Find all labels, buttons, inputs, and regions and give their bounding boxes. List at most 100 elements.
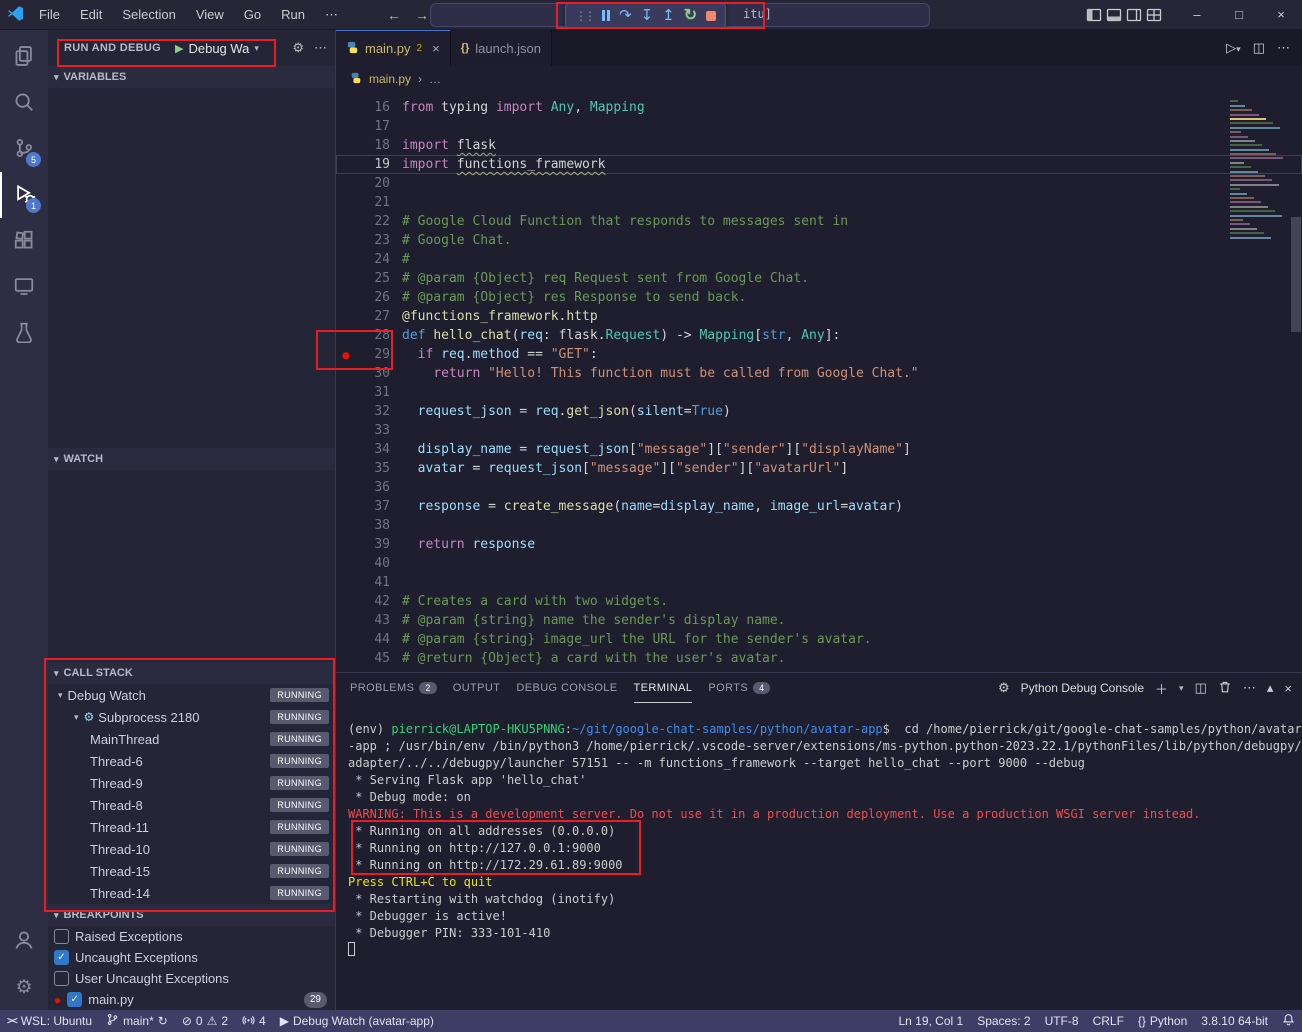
drag-handle-icon[interactable]: ⋮⋮ [575,9,593,23]
panel-tab-ports[interactable]: PORTS4 [708,673,770,703]
close-window-button[interactable]: × [1260,0,1302,30]
menu-selection[interactable]: Selection [113,4,184,26]
run-python-file-icon[interactable]: ▷▾ [1226,40,1241,56]
menu-run[interactable]: Run [272,4,314,26]
section-breakpoints[interactable]: ▾ BREAKPOINTS [48,904,335,926]
terminal-dropdown-icon[interactable]: ▾ [1179,683,1184,694]
settings-button[interactable]: ⚙ [0,964,48,1010]
terminal[interactable]: (env) pierrick@LAPTOP-HKU5PNNG:~/git/goo… [336,703,1302,1010]
breadcrumb-more[interactable]: … [429,72,441,86]
code-line[interactable]: 21 [336,193,1302,212]
nav-forward-icon[interactable]: → [415,7,429,23]
sidebar-item-source-control[interactable]: 5 [0,126,48,172]
code-line[interactable]: 45# @return {Object} a card with the use… [336,649,1302,668]
kill-terminal-icon[interactable] [1218,680,1232,697]
breakpoint-row[interactable]: Raised Exceptions [48,926,335,947]
minimap[interactable] [1226,98,1286,248]
customize-layout-icon[interactable] [1146,7,1162,23]
toggle-panel-icon[interactable] [1106,7,1122,23]
close-tab-icon[interactable]: × [432,41,440,56]
code-line[interactable]: 27@functions_framework.http [336,307,1302,326]
call-stack-row[interactable]: Thread-8RUNNING [48,794,335,816]
code-line[interactable]: 44# @param {string} image_url the URL fo… [336,630,1302,649]
sync-icon[interactable]: ↻ [158,1014,168,1028]
code-editor[interactable]: 16from typing import Any, Mapping1718imp… [336,92,1302,672]
code-line[interactable]: 24# [336,250,1302,269]
breakpoint-checkbox[interactable]: ✓ [67,992,82,1007]
panel-tab-debug-console[interactable]: DEBUG CONSOLE [516,673,617,703]
forwarded-ports[interactable]: 4 [235,1010,273,1032]
start-debug-icon[interactable]: ▶ [175,42,183,55]
code-line[interactable]: 22# Google Cloud Function that responds … [336,212,1302,231]
call-stack-row[interactable]: Thread-10RUNNING [48,838,335,860]
terminal-shell-name[interactable]: Python Debug Console [1021,681,1144,695]
code-line[interactable]: 28def hello_chat(req: flask.Request) -> … [336,326,1302,345]
breakpoint-checkbox[interactable]: ✓ [54,950,69,965]
maximize-panel-icon[interactable]: ▴ [1267,680,1274,696]
panel-tab-problems[interactable]: PROBLEMS2 [350,673,437,703]
terminal-gear-icon[interactable]: ⚙ [998,680,1010,696]
tab-main-py[interactable]: main.py 2 × [336,30,451,66]
breakpoint-checkbox[interactable] [54,971,69,986]
indentation[interactable]: Spaces: 2 [970,1010,1037,1032]
breakpoint-row[interactable]: User Uncaught Exceptions [48,968,335,989]
pause-button[interactable] [602,10,610,21]
restart-button[interactable]: ↻ [684,8,697,24]
call-stack-row[interactable]: Thread-11RUNNING [48,816,335,838]
debug-session-indicator[interactable]: ▶ Debug Watch (avatar-app) [273,1010,441,1032]
code-line[interactable]: 16from typing import Any, Mapping [336,98,1302,117]
call-stack-row[interactable]: ▾⚙Subprocess 2180RUNNING [48,706,335,728]
editor-scrollbar[interactable] [1291,217,1301,332]
language-mode[interactable]: {} Python [1131,1010,1194,1032]
close-panel-icon[interactable]: × [1284,681,1292,696]
code-line[interactable]: 39 return response [336,535,1302,554]
sidebar-item-extensions[interactable] [0,218,48,264]
maximize-button[interactable]: □ [1218,0,1260,30]
code-line[interactable]: 33 [336,421,1302,440]
panel-tab-output[interactable]: OUTPUT [453,673,501,703]
panel-more-icon[interactable]: ⋯ [1243,680,1256,696]
call-stack-row[interactable]: Thread-15RUNNING [48,860,335,882]
menu-view[interactable]: View [187,4,233,26]
new-terminal-icon[interactable]: ＋ [1155,679,1168,698]
code-line[interactable]: 32 request_json = req.get_json(silent=Tr… [336,402,1302,421]
code-line[interactable]: 26# @param {Object} res Response to send… [336,288,1302,307]
step-out-button[interactable]: ↥ [662,8,675,23]
section-watch[interactable]: ▾ WATCH [48,448,335,470]
stop-button[interactable] [706,11,716,21]
code-line[interactable]: 40 [336,554,1302,573]
breakpoint-dot[interactable]: ● [336,348,356,362]
nav-back-icon[interactable]: ← [387,7,401,23]
code-line[interactable]: 23# Google Chat. [336,231,1302,250]
menu-file[interactable]: File [30,4,69,26]
sidebar-item-explorer[interactable] [0,34,48,80]
toggle-secondary-sidebar-icon[interactable] [1126,7,1142,23]
code-line[interactable]: 41 [336,573,1302,592]
encoding[interactable]: UTF-8 [1038,1010,1086,1032]
git-branch[interactable]: main* ↻ [99,1010,175,1032]
panel-tab-terminal[interactable]: TERMINAL [634,673,693,703]
code-line[interactable]: 31 [336,383,1302,402]
call-stack-row[interactable]: Thread-6RUNNING [48,750,335,772]
section-call-stack[interactable]: ▾ CALL STACK [48,662,335,684]
breakpoint-row[interactable]: ●✓main.py29 [48,989,335,1010]
remote-indicator[interactable]: >< WSL: Ubuntu [0,1010,99,1032]
call-stack-row[interactable]: Thread-14RUNNING [48,882,335,904]
code-line[interactable]: 18import flask [336,136,1302,155]
call-stack-row[interactable]: MainThreadRUNNING [48,728,335,750]
sidebar-item-search[interactable] [0,80,48,126]
cursor-position[interactable]: Ln 19, Col 1 [891,1010,970,1032]
code-line[interactable]: 43# @param {string} name the sender's di… [336,611,1302,630]
sidebar-item-run-debug[interactable]: 1 [0,172,48,218]
eol-sequence[interactable]: CRLF [1086,1010,1131,1032]
tab-launch-json[interactable]: {} launch.json [451,30,552,66]
minimize-button[interactable]: – [1176,0,1218,30]
debug-config-dropdown[interactable]: ▶ Debug Wa ▾ [169,39,265,58]
code-line[interactable]: 38 [336,516,1302,535]
notifications-bell[interactable] [1275,1010,1302,1032]
editor-more-icon[interactable]: ⋯ [1277,40,1290,56]
sidebar-item-remote-explorer[interactable] [0,264,48,310]
sidebar-item-testing[interactable] [0,310,48,356]
code-line[interactable]: 30 return "Hello! This function must be … [336,364,1302,383]
sidebar-more-icon[interactable]: ⋯ [314,40,327,56]
